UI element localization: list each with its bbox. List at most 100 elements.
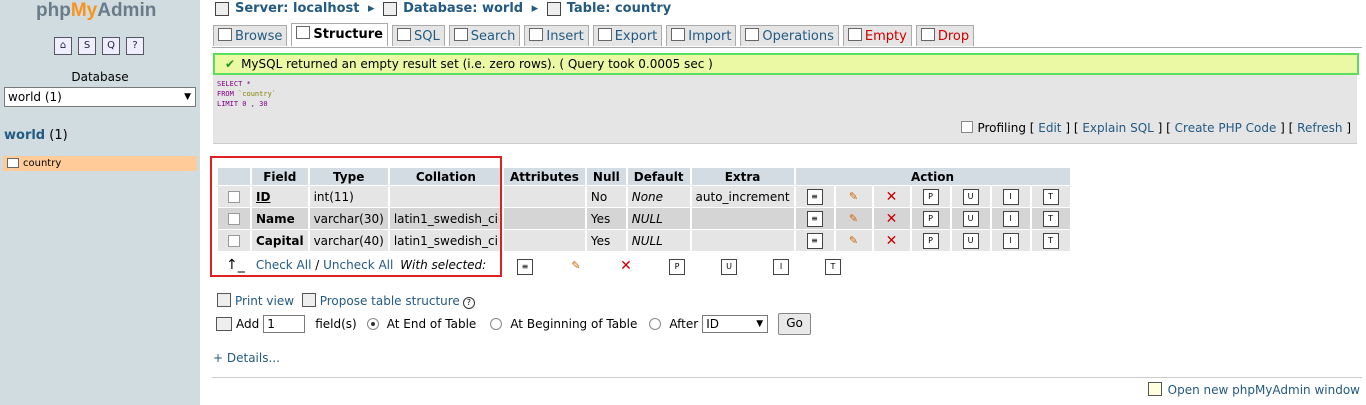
action-fulltext: T [1031,186,1070,207]
refresh-link[interactable]: Refresh [1297,121,1342,135]
primary-key-icon[interactable]: P [922,210,939,227]
browse-distinct-icon[interactable]: ≡ [517,259,533,275]
after-radio[interactable] [649,318,662,330]
index-icon[interactable]: I [773,259,789,275]
delete-icon[interactable]: ✕ [885,212,899,226]
open-new-window-link[interactable]: Open new phpMyAdmin window [1168,383,1360,397]
at-beginning-radio[interactable] [490,318,503,330]
browse-distinct-icon[interactable]: ≡ [806,232,823,249]
primary-key-icon[interactable]: P [922,188,939,205]
profiling-checkbox[interactable] [961,121,974,133]
action-unique: U [951,186,990,207]
primary-key-icon[interactable]: P [922,232,939,249]
uncheck-all-link[interactable]: Uncheck All [323,258,393,272]
help-icon[interactable]: ? [462,297,475,309]
printer-icon [217,293,231,307]
index-icon[interactable]: I [1002,210,1019,227]
cell-extra: auto_increment [691,186,794,207]
delete-icon[interactable]: ✕ [885,190,899,204]
sql-table-name: `country` [238,90,277,98]
tab-divider [212,47,1362,48]
breadcrumb-table[interactable]: Table: country [567,1,672,16]
tab-insert[interactable]: Insert [524,25,589,46]
action-drop: ✕ [873,208,910,229]
query-window-icon[interactable]: Q [102,37,120,55]
check-all-link[interactable]: Check All [256,258,312,272]
go-button[interactable]: Go [778,313,811,335]
batch-actions: ≡ ✎ ✕ P U I T [510,259,848,275]
unique-icon[interactable]: U [962,210,979,227]
after-field-select[interactable]: ID ▼ [702,315,769,333]
cell-default: NULL [627,230,690,251]
details-link[interactable]: + Details... [213,351,280,365]
breadcrumb-database[interactable]: Database: world [403,1,523,16]
action-fulltext: T [1031,208,1070,229]
tab-export[interactable]: Export [592,25,663,46]
browse-distinct-icon[interactable]: ≡ [806,210,823,227]
index-icon[interactable]: I [1002,232,1019,249]
header-action: Action [795,168,1070,185]
at-beginning-label: At Beginning of Table [510,317,638,331]
action-fulltext: T [1031,230,1070,251]
unique-icon[interactable]: U [721,259,737,275]
browse-icon [218,28,232,41]
index-icon[interactable]: I [1002,188,1019,205]
tab-label: Structure [313,27,383,42]
action-unique: U [951,230,990,251]
fulltext-icon[interactable]: T [1042,210,1059,227]
propose-structure-link[interactable]: Propose table structure [320,294,460,308]
arrow-up-icon: ↑_ [226,257,245,273]
edit-link[interactable]: Edit [1038,121,1061,135]
fields-label: field(s) [315,317,357,331]
action-unique: U [951,208,990,229]
check-all-row: ↑_ Check All / Uncheck All With selected… [226,257,486,273]
phpmyadmin-logo[interactable]: phpMyAdmin [36,0,156,22]
breadcrumb-server[interactable]: Server: localhost [235,1,359,16]
unique-icon[interactable]: U [962,232,979,249]
delete-icon[interactable]: ✕ [885,234,899,248]
fulltext-icon[interactable]: T [1042,232,1059,249]
pencil-icon[interactable]: ✎ [847,212,861,226]
cell-extra [691,208,794,229]
primary-key-icon[interactable]: P [669,259,685,275]
tab-structure[interactable]: Structure [291,23,388,46]
explain-sql-link[interactable]: Explain SQL [1082,121,1154,135]
cell-null: Yes [586,208,626,229]
delete-icon[interactable]: ✕ [619,259,633,273]
tab-label: SQL [414,29,440,44]
tab-operations[interactable]: Operations [740,25,839,46]
pencil-icon[interactable]: ✎ [847,234,861,248]
at-end-radio[interactable] [366,318,379,330]
print-view-link[interactable]: Print view [235,294,294,308]
browse-distinct-icon[interactable]: ≡ [806,188,823,205]
server-icon [215,1,229,16]
sidebar-item-country[interactable]: country [3,156,197,171]
database-link[interactable]: world (1) [4,128,68,143]
unique-icon[interactable]: U [962,188,979,205]
pencil-icon[interactable]: ✎ [847,190,861,204]
tab-label: Drop [937,29,970,44]
notice-text: MySQL returned an empty result set (i.e.… [241,57,713,71]
tab-drop[interactable]: Drop [915,25,975,46]
docs-icon[interactable]: ? [126,37,144,55]
tab-sql[interactable]: SQL [392,25,445,46]
check-icon: ✔ [225,57,236,71]
tab-import[interactable]: Import [666,25,737,46]
tab-search[interactable]: Search [448,25,521,46]
tab-browse[interactable]: Browse [213,25,288,46]
pencil-icon[interactable]: ✎ [569,259,583,273]
database-select[interactable]: world (1) ▼ [4,87,196,107]
create-php-code-link[interactable]: Create PHP Code [1175,121,1277,135]
fulltext-icon[interactable]: T [1042,188,1059,205]
tab-empty[interactable]: Empty [842,25,912,46]
add-count-input[interactable] [263,315,306,333]
logo-php: php [36,0,71,21]
home-icon[interactable]: ⌂ [54,37,72,55]
header-attributes: Attributes [503,168,585,185]
cell-attributes [503,230,585,251]
sql-icon[interactable]: S [78,37,96,55]
chevron-down-icon: ▼ [756,319,764,329]
new-window-icon [1147,382,1162,396]
action-primary: P [911,230,950,251]
fulltext-icon[interactable]: T [825,259,841,275]
